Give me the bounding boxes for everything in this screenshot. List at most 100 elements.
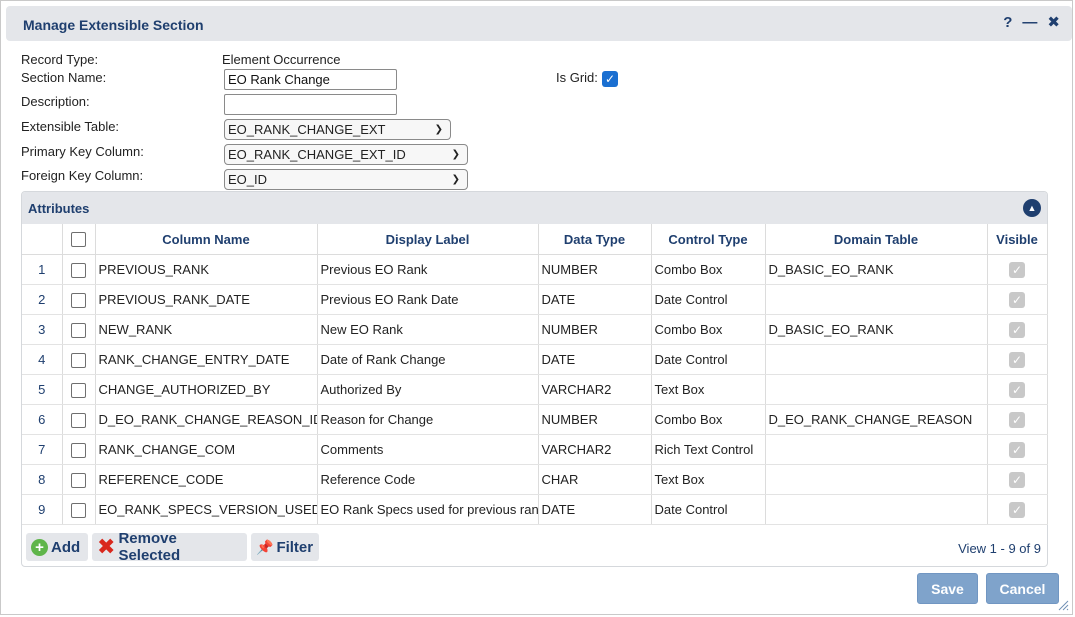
minimize-icon[interactable]: — [1022,15,1037,31]
primary-key-value: EO_RANK_CHANGE_EXT_ID [228,147,406,162]
data-type-header[interactable]: Data Type [538,224,652,255]
domain-table-cell [765,374,988,405]
foreign-key-select[interactable]: EO_ID ❯ [224,169,468,190]
row-number: 8 [22,464,63,495]
select-all-checkbox[interactable] [71,232,86,248]
domain-table-cell [765,434,988,465]
chevron-down-icon: ❯ [451,149,460,160]
row-checkbox[interactable] [71,292,86,308]
row-select-checkbox [62,314,96,345]
control-type-cell: Text Box [651,374,766,405]
row-checkbox[interactable] [71,322,86,338]
section-name-label: Section Name: [21,70,107,85]
column-name-header[interactable]: Column Name [95,224,318,255]
table-row[interactable]: 9 EO_RANK_SPECS_VERSION_USED EO Rank Specs… [22,494,1048,525]
row-number: 4 [22,344,63,375]
close-icon[interactable]: ✖ [1047,15,1060,31]
visible-cell: ✓ [987,284,1048,315]
control-type-header[interactable]: Control Type [651,224,766,255]
table-row[interactable]: 3 NEW_RANK New EO Rank NUMBER Combo Box D_BAS… [22,314,1048,345]
control-type-cell: Date Control [651,494,766,525]
row-select-checkbox [62,284,96,315]
grid-header-row: Column Name Display Label Data Type Cont… [22,224,1048,255]
domain-table-header[interactable]: Domain Table [765,224,988,255]
visible-cell: ✓ [987,314,1048,345]
manage-extensible-section-dialog: Manage Extensible Section ? — ✖ Record T… [0,0,1073,615]
display-label-cell: Previous EO Rank [317,254,539,285]
resize-grip-icon[interactable] [1057,599,1069,611]
display-label-cell: New EO Rank [317,314,539,345]
domain-table-cell: D_EO_RANK_CHANGE_REASON [765,404,988,435]
column-name-cell: PREVIOUS_RANK [95,254,318,285]
data-type-cell: NUMBER [538,404,652,435]
primary-key-select[interactable]: EO_RANK_CHANGE_EXT_ID ❯ [224,144,468,165]
visible-cell: ✓ [987,494,1048,525]
column-name-cell: NEW_RANK [95,314,318,345]
remove-selected-button[interactable]: ✖ Remove Selected [92,530,247,564]
data-type-cell: NUMBER [538,314,652,345]
description-input[interactable] [224,94,397,115]
extensible-table-value: EO_RANK_CHANGE_EXT [228,122,386,137]
visible-checkbox: ✓ [1009,471,1025,488]
visible-cell: ✓ [987,254,1048,285]
display-label-cell: Date of Rank Change [317,344,539,375]
column-name-cell: EO_RANK_SPECS_VERSION_USED [95,494,318,525]
visible-checkbox: ✓ [1009,291,1025,308]
row-checkbox[interactable] [71,352,86,368]
domain-table-cell [765,344,988,375]
add-label: Add [51,538,81,556]
table-row[interactable]: 6 D_EO_RANK_CHANGE_REASON_ID Reason for Ch… [22,404,1048,435]
column-name-cell: PREVIOUS_RANK_DATE [95,284,318,315]
help-icon[interactable]: ? [1003,15,1012,31]
grid-body: 1 PREVIOUS_RANK Previous EO Rank NUMBER Comb… [22,254,1048,525]
display-label-cell: EO Rank Specs used for previous ranl [317,494,539,525]
table-row[interactable]: 8 REFERENCE_CODE Reference Code CHAR Text Bo… [22,464,1048,495]
foreign-key-label: Foreign Key Column: [21,168,144,183]
visible-checkbox: ✓ [1009,501,1025,518]
row-select-checkbox [62,494,96,525]
remove-selected-label: Remove Selected [118,530,181,564]
row-checkbox[interactable] [71,502,86,518]
control-type-cell: Rich Text Control [651,434,766,465]
cancel-button[interactable]: Cancel [986,573,1059,604]
chevron-down-icon: ❯ [434,124,443,135]
table-row[interactable]: 7 RANK_CHANGE_COM Comments VARCHAR2 Rich Tex… [22,434,1048,465]
table-row[interactable]: 4 RANK_CHANGE_ENTRY_DATE Date of Rank Chan… [22,344,1048,375]
collapse-icon[interactable]: ▲ [1023,199,1041,217]
column-name-cell: REFERENCE_CODE [95,464,318,495]
display-label-cell: Authorized By [317,374,539,405]
visible-cell: ✓ [987,404,1048,435]
table-row[interactable]: 1 PREVIOUS_RANK Previous EO Rank NUMBER Comb… [22,254,1048,285]
primary-key-label: Primary Key Column: [21,144,144,159]
row-checkbox[interactable] [71,472,86,488]
extensible-table-select[interactable]: EO_RANK_CHANGE_EXT ❯ [224,119,451,140]
table-row[interactable]: 5 CHANGE_AUTHORIZED_BY Authorized By VARCHA… [22,374,1048,405]
save-button[interactable]: Save [917,573,978,604]
visible-header[interactable]: Visible [987,224,1048,255]
data-type-cell: DATE [538,344,652,375]
row-number: 2 [22,284,63,315]
plus-icon: + [31,538,48,556]
row-checkbox[interactable] [71,262,86,278]
add-button[interactable]: + Add [26,533,88,561]
control-type-cell: Text Box [651,464,766,495]
record-type-label: Record Type: [21,52,99,67]
is-grid-checkbox[interactable]: ✓ [602,71,618,87]
display-label-cell: Previous EO Rank Date [317,284,539,315]
display-label-header[interactable]: Display Label [317,224,539,255]
row-checkbox[interactable] [71,412,86,428]
visible-cell: ✓ [987,464,1048,495]
section-name-input[interactable] [224,69,397,90]
filter-button[interactable]: 📌 Filter [251,533,319,561]
row-select-checkbox [62,344,96,375]
grid-footer: + Add ✖ Remove Selected 📌 Filter View 1 … [26,530,1043,564]
visible-cell: ✓ [987,374,1048,405]
row-number: 9 [22,494,63,525]
row-checkbox[interactable] [71,442,86,458]
dialog-title: Manage Extensible Section [23,17,204,33]
row-checkbox[interactable] [71,382,86,398]
is-grid-label: Is Grid: [556,70,598,85]
table-row[interactable]: 2 PREVIOUS_RANK_DATE Previous EO Rank Date… [22,284,1048,315]
data-type-cell: VARCHAR2 [538,434,652,465]
titlebar-controls: ? — ✖ [1003,15,1060,31]
